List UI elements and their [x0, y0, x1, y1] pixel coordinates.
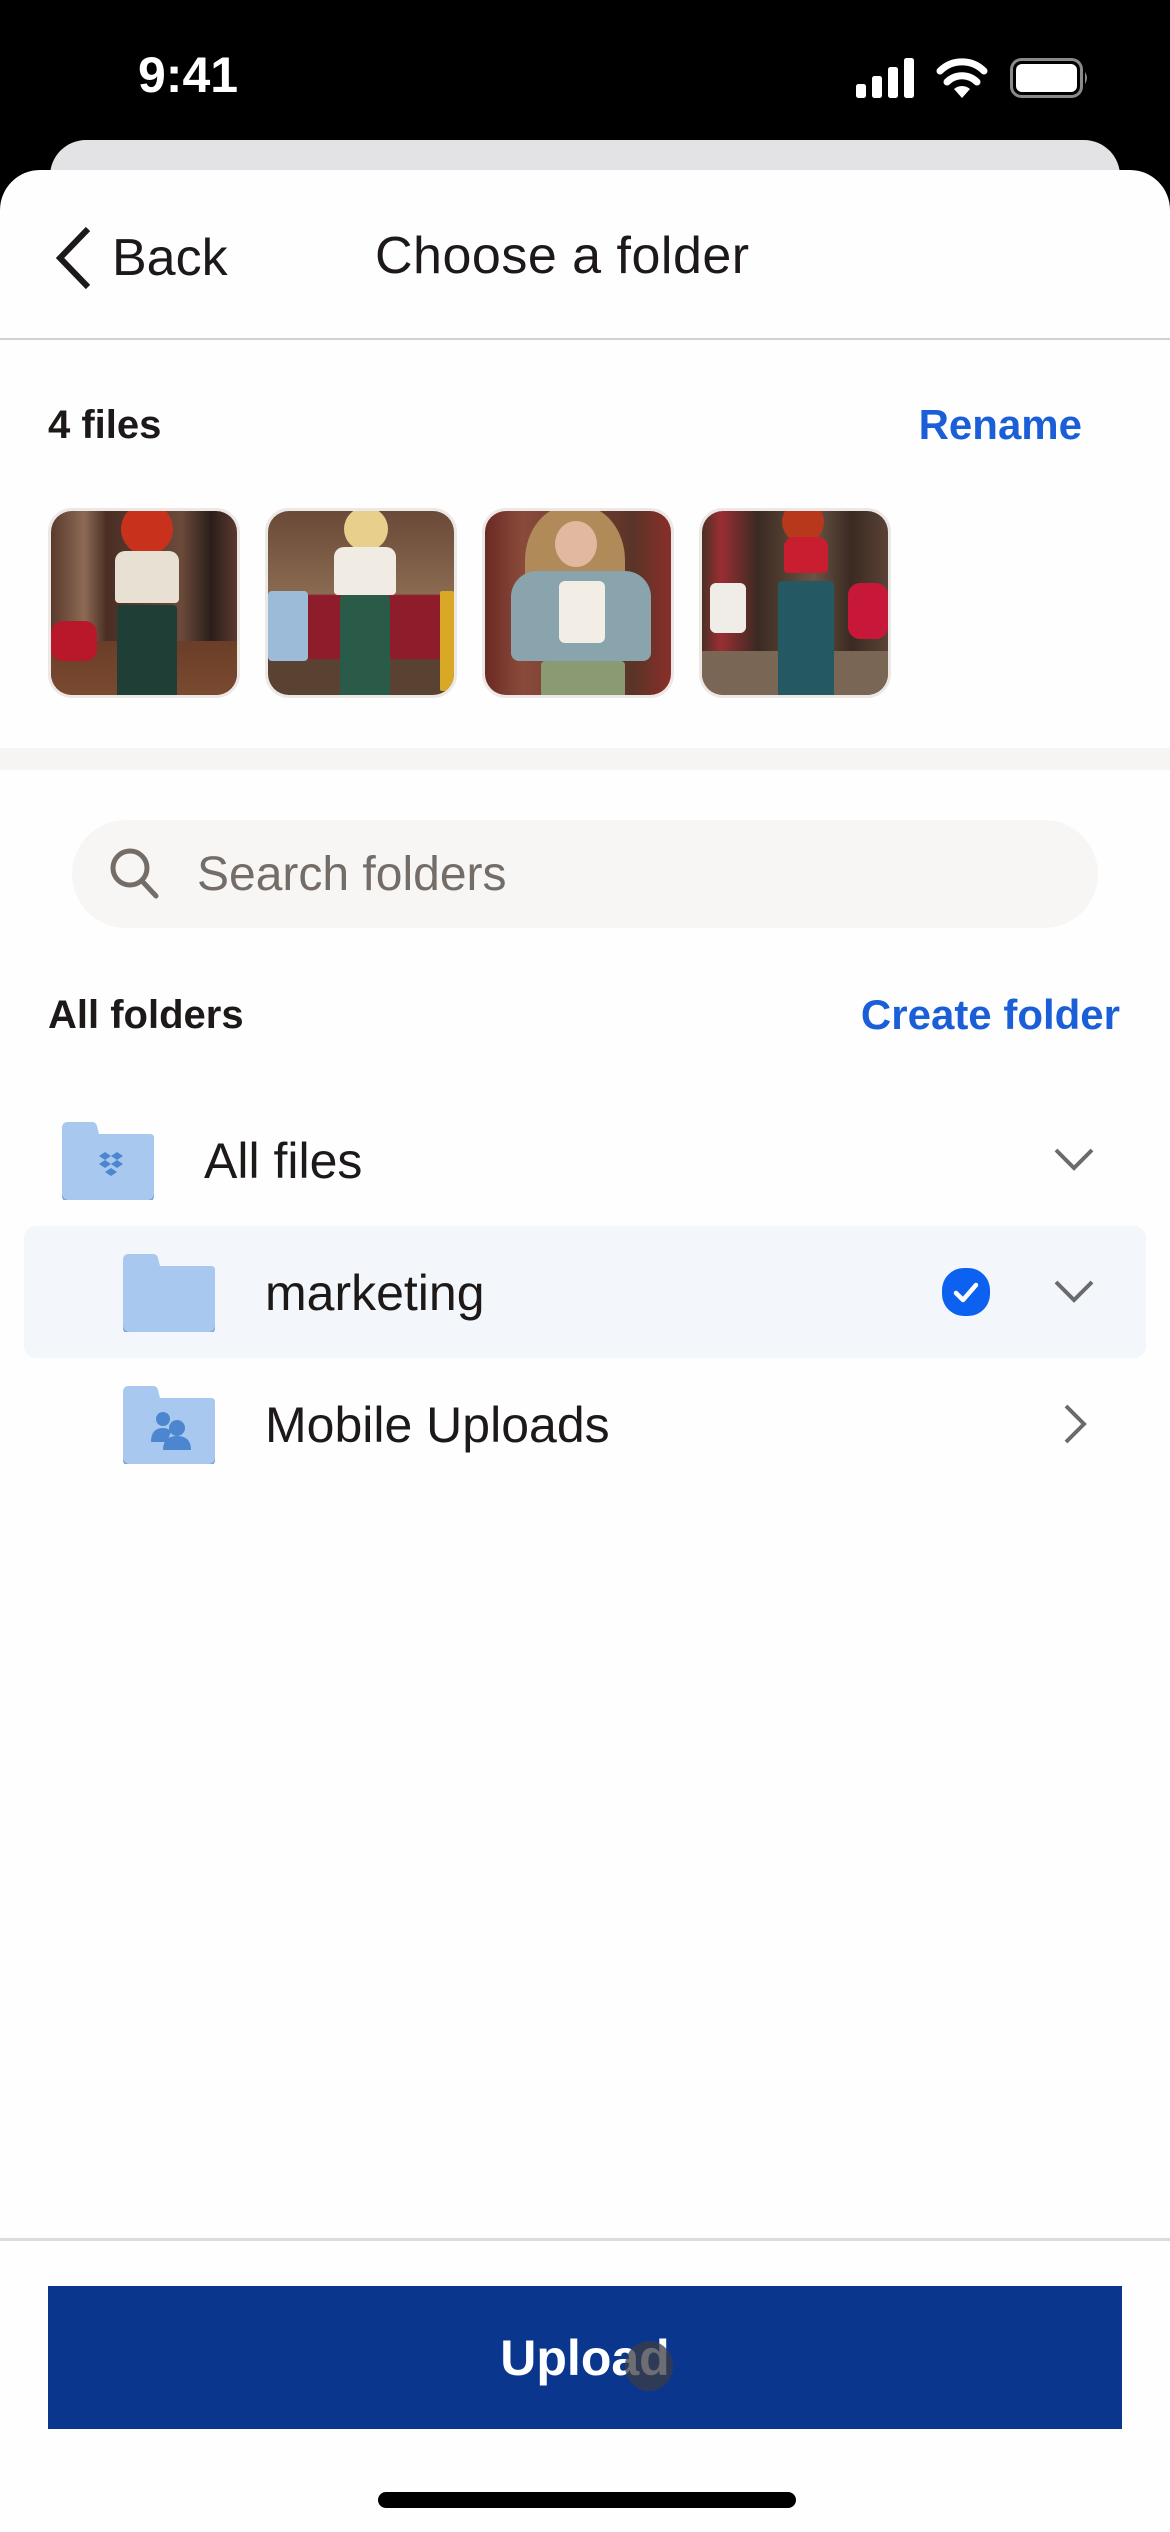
folder-row-all-files[interactable]: All files [24, 1094, 1146, 1226]
search-placeholder: Search folders [197, 847, 507, 901]
back-button[interactable]: Back [52, 218, 228, 298]
files-header: 4 files Rename [0, 395, 1170, 455]
home-indicator [378, 2492, 796, 2508]
thumbnail-photo-4 [699, 508, 891, 698]
rename-button[interactable]: Rename [919, 401, 1082, 449]
chevron-left-icon [55, 226, 91, 290]
thumbnail-photo-2 [265, 508, 457, 698]
status-time: 9:41 [138, 47, 239, 103]
wifi-icon [936, 58, 988, 98]
nav-bar: Back Choose a folder [0, 170, 1170, 340]
page-title: Choose a folder [375, 227, 750, 285]
nav-divider [0, 338, 1170, 340]
search-icon [110, 848, 159, 899]
folders-header: All folders Create folder [0, 985, 1170, 1045]
folder-name: All files [204, 1133, 363, 1189]
create-folder-button[interactable]: Create folder [861, 991, 1120, 1039]
choose-folder-sheet: Back Choose a folder 4 files Rename Sear… [0, 170, 1170, 2532]
section-divider [0, 748, 1170, 770]
thumbnail-photo-3 [482, 508, 674, 698]
shared-folder-icon [123, 1386, 215, 1464]
folder-row-marketing[interactable]: marketing [24, 1226, 1146, 1358]
folder-name: Mobile Uploads [265, 1397, 610, 1453]
thumbnail-strip [48, 508, 891, 700]
folder-row-mobile-uploads[interactable]: Mobile Uploads [24, 1358, 1146, 1490]
chevron-down-icon[interactable] [1052, 1270, 1096, 1314]
back-label: Back [112, 229, 228, 287]
folder-icon [123, 1254, 215, 1332]
dropbox-folder-icon [62, 1122, 154, 1200]
checkmark-selected-icon [942, 1268, 990, 1316]
chevron-right-icon[interactable] [1052, 1402, 1096, 1446]
folders-section-title: All folders [48, 993, 244, 1037]
folder-name: marketing [265, 1265, 485, 1321]
battery-icon [1010, 58, 1087, 98]
footer-divider [0, 2238, 1170, 2241]
files-count: 4 files [48, 403, 162, 447]
signal-icon [856, 58, 914, 98]
thumbnail-photo-1 [48, 508, 240, 698]
upload-button[interactable]: Upload [48, 2286, 1122, 2429]
search-folders-input[interactable]: Search folders [72, 820, 1098, 928]
chevron-down-icon[interactable] [1052, 1138, 1096, 1182]
touch-indicator [625, 2341, 673, 2391]
